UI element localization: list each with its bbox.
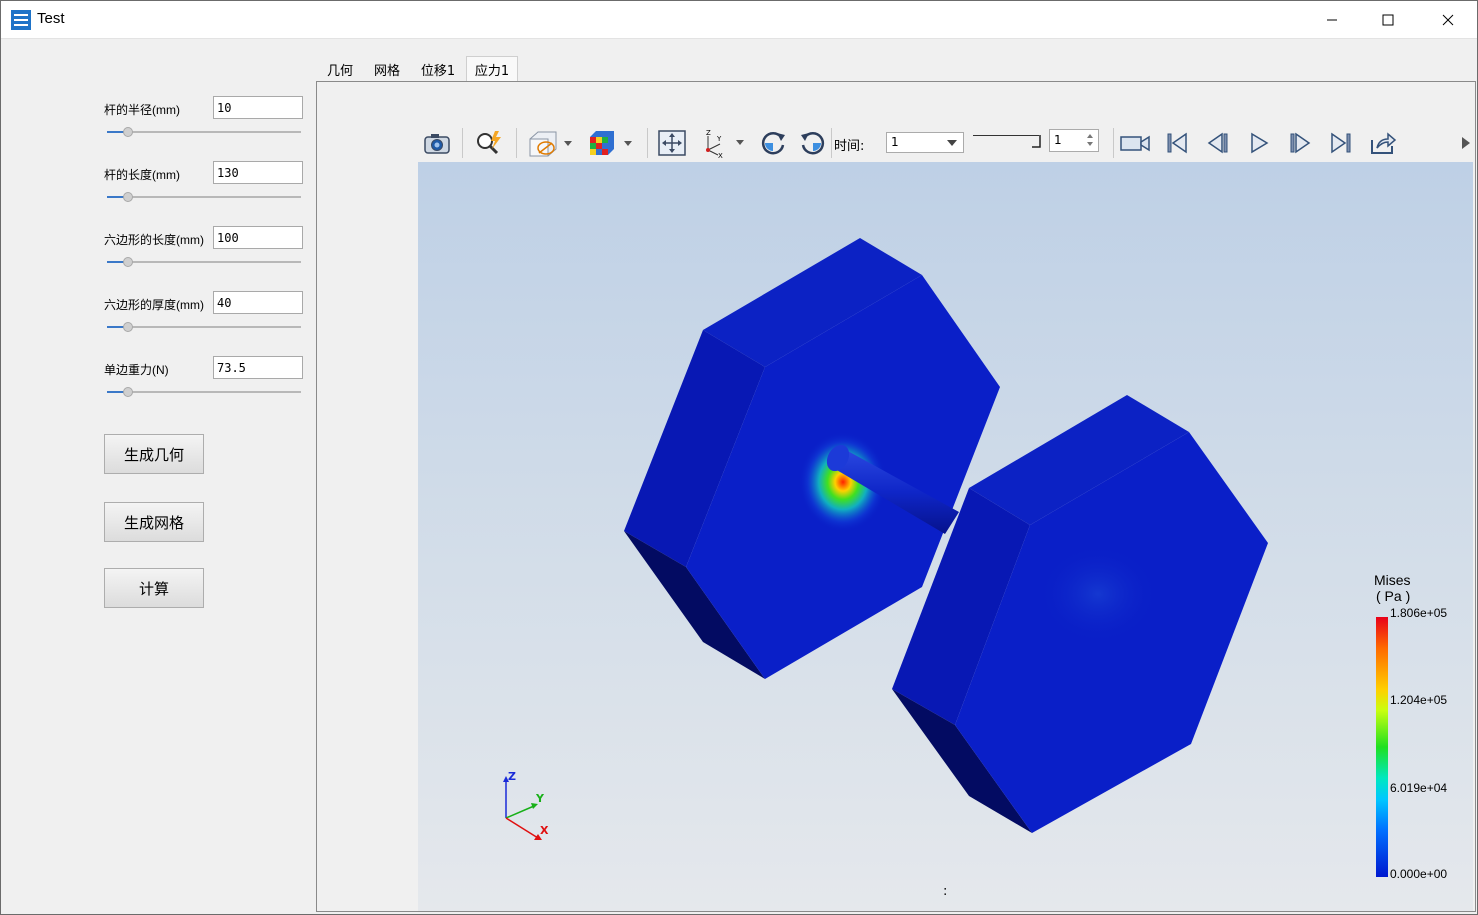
frame-spinbox-value: 1: [1054, 133, 1062, 147]
svg-text:Y: Y: [716, 135, 722, 143]
next-frame-button[interactable]: [1285, 128, 1315, 158]
play-button[interactable]: [1244, 128, 1274, 158]
step-back-icon: [1207, 132, 1228, 154]
fit-view-icon: [658, 130, 686, 156]
time-select[interactable]: 1: [886, 132, 964, 153]
spin-arrows-icon: [1087, 134, 1093, 146]
previous-frame-button[interactable]: [1203, 128, 1233, 158]
cube-render-icon: [529, 131, 572, 157]
tab-mesh[interactable]: 网格: [363, 57, 411, 81]
hexagon-thickness-input[interactable]: [213, 291, 303, 314]
axis-view-icon: Z Y X: [706, 129, 744, 158]
legend-tick: 1.204e+05: [1390, 693, 1448, 707]
color-map-dropdown[interactable]: [586, 128, 636, 158]
parameter-panel: 杆的半径(mm) 杆的长度(mm) 六边形的长度(mm) 六边形的厚度(mm) …: [1, 39, 313, 914]
x-axis-label: X: [540, 824, 549, 837]
generate-mesh-button[interactable]: 生成网格: [104, 502, 204, 542]
first-frame-button[interactable]: [1162, 128, 1192, 158]
svg-text:X: X: [718, 152, 723, 158]
rod-radius-slider[interactable]: [107, 126, 301, 138]
minimize-button[interactable]: [1309, 1, 1355, 38]
hexagon-thickness-slider[interactable]: [107, 321, 301, 333]
window-title: Test: [37, 10, 65, 27]
step-forward-icon: [1290, 132, 1311, 154]
frame-slider[interactable]: [973, 134, 1043, 150]
legend-tick-min: 0.000e+00: [1390, 867, 1448, 881]
hexagon-length-input[interactable]: [213, 226, 303, 249]
time-select-value: 1: [891, 135, 899, 149]
compute-button[interactable]: 计算: [104, 568, 204, 608]
video-camera-icon: [1120, 135, 1150, 152]
maximize-icon: [1382, 14, 1394, 25]
colored-cube-icon: [590, 131, 632, 155]
hexagon-thickness-label: 六边形的厚度(mm): [104, 298, 204, 312]
rotate-cw-button[interactable]: [798, 128, 828, 158]
slider-handle-icon: [1032, 135, 1041, 148]
close-icon: [1442, 14, 1454, 25]
screenshot-button[interactable]: [422, 128, 452, 158]
result-viewer: Z Y X 时间: 1 1 Z Y X Mises (Pa) 1.806e+…: [418, 124, 1473, 911]
legend-tick-max: 1.806e+05: [1390, 606, 1448, 620]
axis-triad: Z Y X: [503, 770, 549, 840]
export-icon: [1371, 132, 1397, 154]
rotate-right-icon: [801, 132, 825, 155]
rod-length-input[interactable]: [213, 161, 303, 184]
tab-stress[interactable]: 应力1: [466, 56, 518, 82]
time-label: 时间:: [834, 139, 865, 154]
toolbar-overflow-button[interactable]: [1458, 128, 1473, 158]
view-orientation-dropdown[interactable]: Z Y X: [702, 128, 748, 158]
rod-length-label: 杆的长度(mm): [104, 168, 180, 182]
status-text: :: [943, 884, 948, 899]
app-icon: [11, 10, 31, 30]
camera-icon: [424, 134, 450, 154]
rotate-ccw-button[interactable]: [758, 128, 788, 158]
viewer-toolbar: Z Y X 时间: 1 1: [418, 124, 1473, 163]
slider-handle[interactable]: [123, 387, 134, 397]
rod-radius-input[interactable]: [213, 96, 303, 119]
export-button[interactable]: [1367, 128, 1399, 158]
skip-first-icon: [1167, 132, 1187, 154]
slider-handle[interactable]: [123, 257, 134, 267]
magnifier-icon: [477, 131, 501, 155]
slider-handle[interactable]: [123, 127, 134, 137]
tab-geometry[interactable]: 几何: [317, 57, 363, 81]
legend-title: Mises: [1374, 572, 1411, 588]
legend-unit: ( Pa ): [1376, 588, 1411, 604]
probe-button[interactable]: [473, 128, 505, 158]
gravity-input[interactable]: [213, 356, 303, 379]
gravity-slider[interactable]: [107, 386, 301, 398]
play-icon: [1251, 132, 1269, 154]
color-bar: [1376, 617, 1388, 877]
hexagon-length-slider[interactable]: [107, 256, 301, 268]
record-video-button[interactable]: [1118, 128, 1152, 158]
minimize-icon: [1327, 19, 1337, 20]
fit-view-button[interactable]: [656, 128, 688, 158]
tab-displacement[interactable]: 位移1: [411, 57, 465, 81]
frame-spinbox[interactable]: 1: [1049, 129, 1099, 152]
display-mode-dropdown[interactable]: [526, 128, 574, 158]
slider-handle[interactable]: [123, 192, 134, 202]
legend-tick: 6.019e+04: [1390, 781, 1448, 795]
y-axis-label: Y: [535, 792, 545, 805]
rod-length-slider[interactable]: [107, 191, 301, 203]
rod-radius-label: 杆的半径(mm): [104, 103, 180, 117]
rotate-left-icon: [761, 132, 785, 155]
render-canvas[interactable]: Z Y X Mises ( Pa ) 1.806e+05 1.204e+05 6…: [418, 162, 1473, 911]
last-frame-button[interactable]: [1326, 128, 1356, 158]
gravity-label: 单边重力(N): [104, 363, 169, 377]
app-window: Test 杆的半径(mm) 杆的长度(mm) 六边形的长度(mm) 六边形的厚度…: [0, 0, 1478, 915]
chevron-down-icon: [947, 140, 957, 146]
title-bar: Test: [1, 1, 1477, 39]
svg-text:Z: Z: [706, 129, 711, 137]
slider-handle[interactable]: [123, 322, 134, 332]
dumbbell-model: [624, 238, 1268, 833]
skip-last-icon: [1331, 132, 1351, 154]
overflow-icon: [1461, 137, 1470, 149]
hexagon-length-label: 六边形的长度(mm): [104, 233, 204, 247]
maximize-button[interactable]: [1365, 1, 1411, 38]
generate-geometry-button[interactable]: 生成几何: [104, 434, 204, 474]
close-button[interactable]: [1425, 1, 1471, 38]
z-axis-label: Z: [508, 770, 516, 783]
